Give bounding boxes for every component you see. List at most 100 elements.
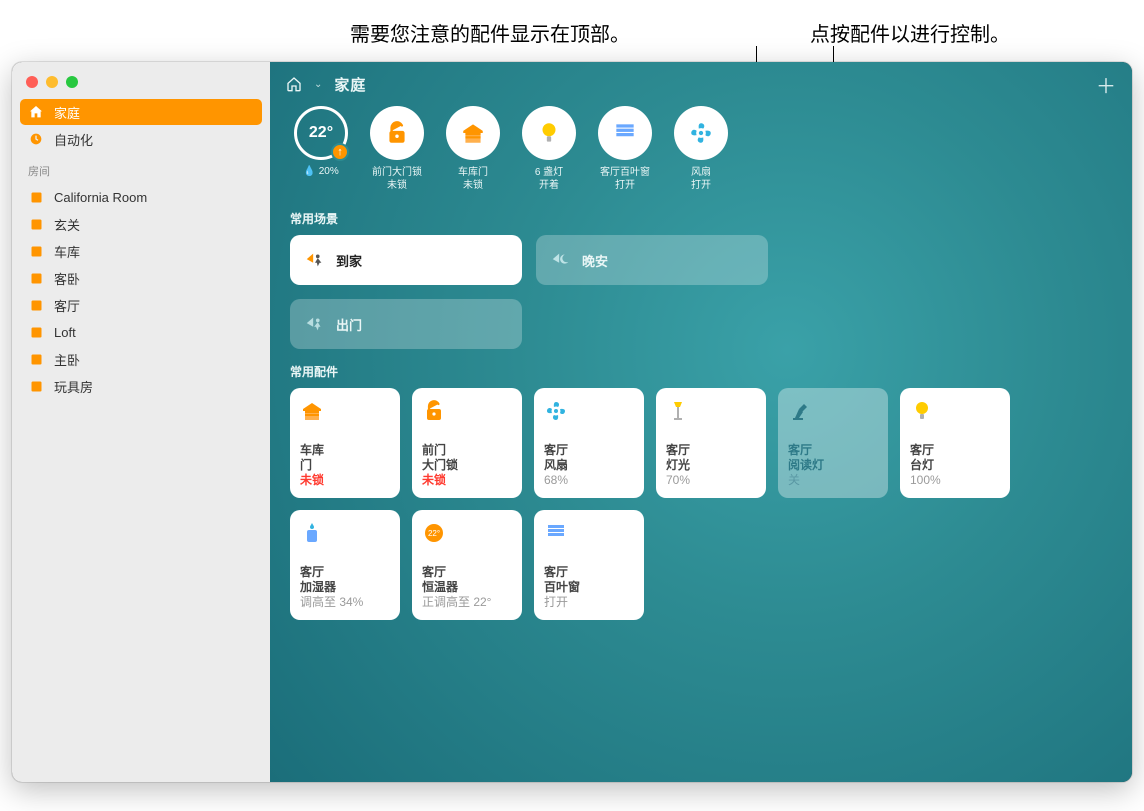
tile-name: 风扇 — [544, 458, 634, 473]
sidebar-item-label: 自动化 — [54, 130, 93, 149]
annotation-callouts: 需要您注意的配件显示在顶部。 点按配件以进行控制。 — [0, 0, 1144, 62]
sidebar-room-item[interactable]: 玄关 — [20, 211, 262, 237]
bulb-icon — [910, 398, 1000, 424]
scene-label: 到家 — [336, 251, 362, 270]
status-chip[interactable]: 风扇打开 — [670, 106, 732, 192]
accessory-tile[interactable]: 22° 客厅 恒温器 正调高至 22° — [412, 510, 522, 620]
accessories-header: 常用配件 — [290, 363, 1112, 380]
status-chip[interactable]: 6 盏灯开着 — [518, 106, 580, 192]
sidebar-room-item[interactable]: 车库 — [20, 238, 262, 264]
sidebar-room-item[interactable]: 玩具房 — [20, 373, 262, 399]
tile-room: 客厅 — [666, 443, 756, 458]
tile-room: 客厅 — [544, 443, 634, 458]
tile-state: 关 — [788, 473, 878, 488]
sidebar-room-item[interactable]: 客厅 — [20, 292, 262, 318]
tile-room: 客厅 — [910, 443, 1000, 458]
sidebar-item-label: 客厅 — [54, 296, 80, 315]
scene-tile[interactable]: 晚安 — [536, 235, 768, 285]
tile-name: 阅读灯 — [788, 458, 878, 473]
tile-state: 未锁 — [422, 473, 512, 488]
tile-state: 调高至 34% — [300, 595, 390, 610]
sidebar-item-label: 家庭 — [54, 103, 80, 122]
tile-name: 恒温器 — [422, 580, 512, 595]
arrow-up-icon: ↑ — [331, 143, 349, 161]
sidebar-section-rooms: 房间 — [12, 153, 270, 183]
sidebar-item-label: 主卧 — [54, 350, 80, 369]
garage-icon — [446, 106, 500, 160]
sidebar-item-home[interactable]: 家庭 — [20, 99, 262, 125]
status-chip-label: 客厅百叶窗打开 — [600, 166, 650, 192]
sidebar-room-item[interactable]: 客卧 — [20, 265, 262, 291]
sidebar-room-item[interactable]: California Room — [20, 184, 262, 210]
status-chip-label: 风扇打开 — [691, 166, 711, 192]
status-chip[interactable]: 客厅百叶窗打开 — [594, 106, 656, 192]
status-temperature[interactable]: 22° ↑ 💧20% — [290, 106, 352, 192]
sidebar-item-label: Loft — [54, 325, 76, 340]
add-button[interactable]: ＋ — [1096, 70, 1116, 99]
status-row: 22° ↑ 💧20% 前门大门锁未锁车库门未锁6 盏灯开着客厅百叶窗打开 风扇打开 — [290, 106, 1112, 192]
sidebar-room-item[interactable]: Loft — [20, 319, 262, 345]
status-chip-label: 前门大门锁未锁 — [372, 166, 422, 192]
garage-icon — [300, 398, 390, 424]
room-icon — [28, 243, 44, 259]
tile-room: 客厅 — [544, 565, 634, 580]
bulb-icon — [522, 106, 576, 160]
sidebar-item-label: California Room — [54, 190, 147, 205]
moon-icon — [550, 249, 572, 271]
minimize-icon[interactable] — [46, 76, 58, 88]
room-icon — [28, 189, 44, 205]
accessory-tile[interactable]: 客厅 加湿器 调高至 34% — [290, 510, 400, 620]
home-icon[interactable] — [286, 76, 302, 92]
svg-text:22°: 22° — [428, 529, 440, 538]
window-controls[interactable] — [12, 62, 270, 98]
humidifier-icon — [300, 520, 390, 546]
arrive-icon — [304, 249, 326, 271]
tile-state: 未锁 — [300, 473, 390, 488]
home-icon — [28, 104, 44, 120]
tile-state: 正调高至 22° — [422, 595, 512, 610]
scenes-header: 常用场景 — [290, 210, 1112, 227]
tile-name: 百叶窗 — [544, 580, 634, 595]
scene-label: 出门 — [336, 315, 362, 334]
accessory-tile[interactable]: 前门 大门锁 未锁 — [412, 388, 522, 498]
room-icon — [28, 216, 44, 232]
sidebar-item-label: 客卧 — [54, 269, 80, 288]
zoom-icon[interactable] — [66, 76, 78, 88]
callout-tap-control: 点按配件以进行控制。 — [810, 18, 1010, 47]
accessory-tile[interactable]: 车库 门 未锁 — [290, 388, 400, 498]
clock-icon — [28, 131, 44, 147]
room-icon — [28, 297, 44, 313]
sidebar-room-item[interactable]: 主卧 — [20, 346, 262, 372]
humidity-value: 20% — [319, 166, 339, 177]
main-pane: ⌄ 家庭 ＋ 22° ↑ 💧20% 前门大门锁未锁车库门未锁6 盏灯开着客厅百叶… — [270, 62, 1132, 782]
accessory-tile[interactable]: 客厅 风扇 68% — [534, 388, 644, 498]
sidebar-item-label: 车库 — [54, 242, 80, 261]
close-icon[interactable] — [26, 76, 38, 88]
accessory-tile[interactable]: 客厅 台灯 100% — [900, 388, 1010, 498]
scene-tile[interactable]: 出门 — [290, 299, 522, 349]
lock-open-icon — [422, 398, 512, 424]
status-chip[interactable]: 前门大门锁未锁 — [366, 106, 428, 192]
tile-state: 68% — [544, 473, 634, 488]
room-icon — [28, 270, 44, 286]
tile-room: 客厅 — [300, 565, 390, 580]
toolbar: ⌄ 家庭 ＋ — [270, 62, 1132, 106]
status-chip[interactable]: 车库门未锁 — [442, 106, 504, 192]
tile-name: 加湿器 — [300, 580, 390, 595]
sidebar-item-automation[interactable]: 自动化 — [20, 126, 262, 152]
fan-blue-icon — [544, 398, 634, 424]
tile-room: 客厅 — [788, 443, 878, 458]
blinds-icon — [544, 520, 634, 546]
accessory-tile[interactable]: 客厅 阅读灯 关 — [778, 388, 888, 498]
chevron-down-icon[interactable]: ⌄ — [314, 79, 322, 90]
tile-name: 大门锁 — [422, 458, 512, 473]
scene-tile[interactable]: 到家 — [290, 235, 522, 285]
app-window: 家庭自动化 房间 California Room 玄关车库客卧客厅 Loft 主卧玩具… — [12, 62, 1132, 782]
tile-name: 灯光 — [666, 458, 756, 473]
room-icon — [28, 378, 44, 394]
accessory-tile[interactable]: 客厅 灯光 70% — [656, 388, 766, 498]
accessory-tile[interactable]: 客厅 百叶窗 打开 — [534, 510, 644, 620]
tile-name: 门 — [300, 458, 390, 473]
tile-state: 打开 — [544, 595, 634, 610]
sidebar: 家庭自动化 房间 California Room 玄关车库客卧客厅 Loft 主卧玩具… — [12, 62, 270, 782]
